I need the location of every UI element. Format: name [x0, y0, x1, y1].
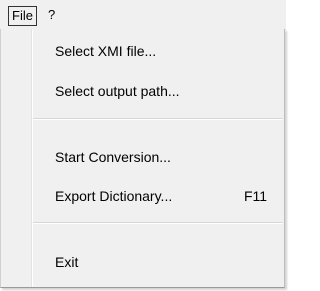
menu-item-select-output-path[interactable]: Select output path... — [55, 81, 180, 101]
menu-file[interactable]: File — [8, 6, 37, 26]
menu-icon-gutter-divider — [31, 29, 33, 287]
file-dropdown-menu: Select XMI file... Select output path...… — [0, 29, 285, 288]
shortcut-f11: F11 — [244, 188, 268, 204]
menu-item-start-conversion[interactable]: Start Conversion... — [55, 147, 171, 167]
menu-separator — [33, 118, 283, 120]
menu-item-exit[interactable]: Exit — [55, 252, 78, 272]
menu-item-select-xmi-file[interactable]: Select XMI file... — [55, 41, 156, 61]
menu-separator — [33, 222, 283, 224]
menu-bar: File ? — [0, 0, 286, 30]
menu-item-export-dictionary[interactable]: Export Dictionary... — [55, 186, 172, 206]
menu-help[interactable]: ? — [48, 6, 55, 24]
